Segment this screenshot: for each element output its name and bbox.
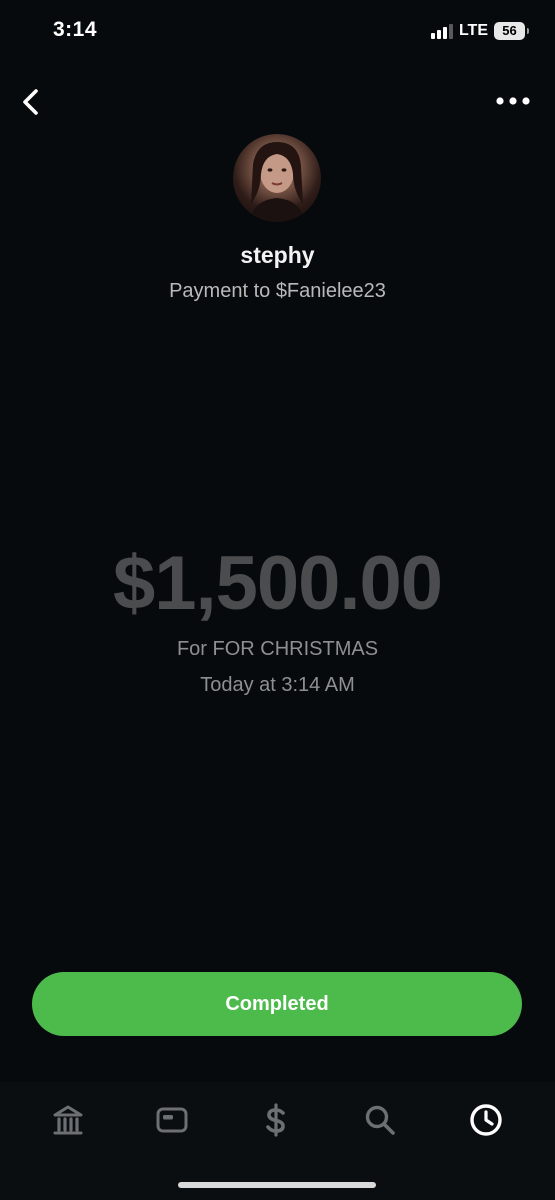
avatar[interactable] <box>233 134 321 222</box>
bank-icon <box>53 1105 83 1135</box>
status-indicators: LTE 56 <box>430 20 529 42</box>
payment-note: For FOR CHRISTMAS <box>176 638 379 660</box>
network-label: LTE <box>458 22 488 39</box>
clock-icon <box>470 1104 502 1136</box>
more-horizontal-icon <box>496 97 530 105</box>
more-options-button[interactable] <box>493 86 533 116</box>
search-icon <box>365 1105 395 1135</box>
payment-timestamp: Today at 3:14 AM <box>200 674 355 696</box>
chevron-left-icon <box>23 89 38 115</box>
card-icon <box>156 1107 188 1133</box>
tab-search[interactable] <box>358 1100 402 1140</box>
dollar-icon <box>266 1103 285 1137</box>
payment-recipient-label: Payment to $Fanielee23 <box>169 280 386 302</box>
tab-pay[interactable] <box>254 1100 298 1140</box>
battery-level: 56 <box>502 23 517 38</box>
payment-detail-screen: 3:14 LTE 56 stephy Payment to $Fanielee2… <box>0 0 555 1200</box>
battery-icon: 56 <box>494 22 529 40</box>
payment-amount: $1,500.00 <box>112 541 443 626</box>
tab-activity[interactable] <box>464 1100 508 1140</box>
tab-banking[interactable] <box>46 1100 90 1140</box>
home-indicator[interactable] <box>178 1182 376 1188</box>
back-button[interactable] <box>14 84 50 120</box>
completed-status-button[interactable]: Completed <box>32 972 522 1036</box>
status-time: 3:14 <box>53 18 98 41</box>
recipient-name: stephy <box>240 242 315 268</box>
signal-icon <box>430 23 453 39</box>
tab-card[interactable] <box>150 1100 194 1140</box>
avatar-photo <box>249 142 305 222</box>
